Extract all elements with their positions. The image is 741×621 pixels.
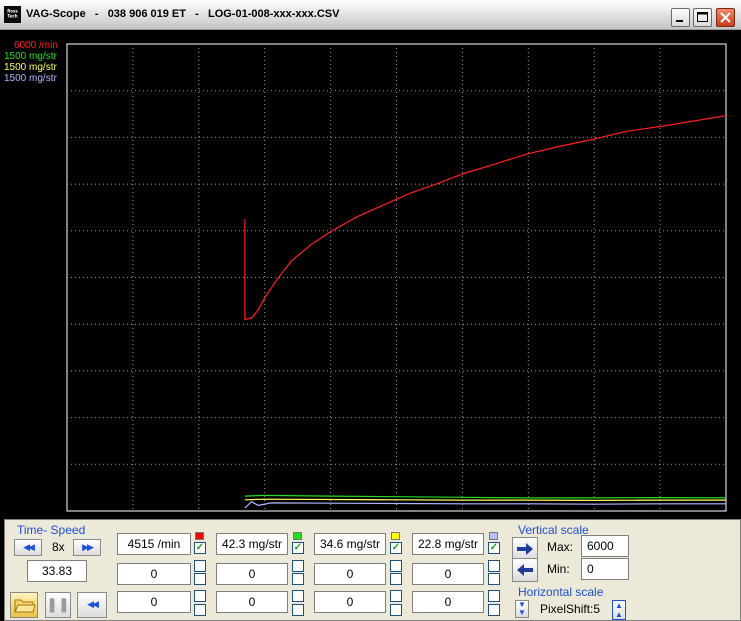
channel-2-max-checkbox[interactable] (292, 590, 304, 602)
pause-icon: ❚❚ (46, 596, 70, 612)
channel-2-min-checkbox-2[interactable] (292, 573, 304, 585)
rewind-button[interactable]: ◀◀ (77, 592, 107, 618)
channel-3-min-checkbox[interactable] (390, 560, 402, 572)
channel-3-min-checkbox-2[interactable] (390, 573, 402, 585)
scale-down-button[interactable] (512, 558, 538, 582)
channel-2-value: 42.3 mg/str (216, 533, 288, 555)
scope-chart (66, 43, 727, 512)
channel-4-min-checkbox[interactable] (488, 560, 500, 572)
channel-2-color-swatch (293, 532, 302, 540)
folder-icon (14, 599, 36, 613)
horizontal-scale-down-button[interactable]: ▼ ▼ (515, 600, 529, 618)
vertical-scale-title: Vertical scale (518, 523, 589, 537)
channel-4-max-field[interactable]: 0 (412, 591, 484, 613)
channel-1-color-swatch (195, 532, 204, 540)
vertical-min-field[interactable]: 0 (581, 558, 629, 580)
maximize-button[interactable] (693, 8, 712, 27)
speed-value: 8x (52, 540, 65, 554)
channel-4-max-checkbox-2[interactable] (488, 604, 500, 616)
svg-text:Tech: Tech (7, 14, 17, 19)
rewind-icon: ◀◀ (23, 542, 35, 552)
channel-3-max-checkbox[interactable] (390, 590, 402, 602)
scale-label-blue: 1500 mg/str (4, 73, 57, 84)
app-logo-icon: Ross Tech (4, 6, 21, 23)
fast-forward-icon: ▶▶ (82, 542, 94, 552)
channel-3-checkbox[interactable]: ✓ (390, 542, 402, 554)
horizontal-scale-up-button[interactable]: ▲ ▲ (612, 600, 626, 620)
channel-4-min-checkbox-2[interactable] (488, 573, 500, 585)
open-file-button[interactable] (10, 592, 38, 618)
channel-1-max-field[interactable]: 0 (117, 591, 191, 613)
channel-2-min-checkbox[interactable] (292, 560, 304, 572)
pixel-shift-label: PixelShift:5 (540, 602, 601, 616)
channel-2-min-field[interactable]: 0 (216, 563, 288, 585)
channel-1-min-field[interactable]: 0 (117, 563, 191, 585)
channel-2-checkbox[interactable]: ✓ (292, 542, 304, 554)
channel-1-min-checkbox-2[interactable] (194, 573, 206, 585)
maximize-icon (697, 12, 708, 22)
channel-3-min-field[interactable]: 0 (314, 563, 386, 585)
double-up-arrow-icon: ▲ ▲ (615, 601, 623, 619)
channel-4-checkbox[interactable]: ✓ (488, 542, 500, 554)
channel-1-max-checkbox-2[interactable] (194, 604, 206, 616)
channel-2-max-field[interactable]: 0 (216, 591, 288, 613)
channel-4-value: 22.8 mg/str (412, 533, 484, 555)
window-title: VAG-Scope - 038 906 019 ET - LOG-01-008-… (26, 8, 340, 20)
arrow-left-icon (517, 564, 533, 576)
channel-1-checkbox[interactable]: ✓ (194, 542, 206, 554)
faster-button[interactable]: ▶▶ (73, 539, 101, 556)
channel-4-max-checkbox[interactable] (488, 590, 500, 602)
minimize-button[interactable] (671, 8, 690, 27)
channel-1-min-checkbox[interactable] (194, 560, 206, 572)
channel-2-max-checkbox-2[interactable] (292, 604, 304, 616)
slower-button[interactable]: ◀◀ (14, 539, 42, 556)
channel-4-color-swatch (489, 532, 498, 540)
scale-label-green: 1500 mg/str (4, 51, 57, 62)
time-speed-title: Time- Speed (17, 523, 86, 537)
channel-3-max-checkbox-2[interactable] (390, 604, 402, 616)
scale-label-rpm: 6000 /min (14, 40, 58, 51)
channel-3-value: 34.6 mg/str (314, 533, 386, 555)
rewind-icon: ◀◀ (87, 599, 99, 609)
double-down-arrow-icon: ▼ ▼ (518, 600, 526, 617)
scope-display: 6000 /min 1500 mg/str 1500 mg/str 1500 m… (0, 30, 741, 519)
channel-3-max-field[interactable]: 0 (314, 591, 386, 613)
control-panel: Time- Speed ◀◀ 8x ▶▶ 33.83 ❚❚ ◀◀ 4515 /m… (4, 519, 741, 621)
scale-label-yellow: 1500 mg/str (4, 62, 57, 73)
minimize-icon (676, 20, 683, 22)
arrow-right-icon (517, 543, 533, 555)
vertical-min-label: Min: (547, 562, 570, 576)
title-bar: Ross Tech VAG-Scope - 038 906 019 ET - L… (0, 0, 741, 30)
close-icon (720, 12, 731, 23)
vertical-max-label: Max: (547, 540, 574, 554)
channel-1-value: 4515 /min (117, 533, 191, 555)
close-button[interactable] (716, 8, 735, 27)
channel-4-min-field[interactable]: 0 (412, 563, 484, 585)
channel-3-color-swatch (391, 532, 400, 540)
time-position-field[interactable]: 33.83 (27, 560, 87, 582)
horizontal-scale-title: Horizontal scale (518, 585, 604, 599)
pause-button[interactable]: ❚❚ (45, 592, 71, 618)
channel-1-max-checkbox[interactable] (194, 590, 206, 602)
vertical-max-field[interactable]: 6000 (581, 535, 629, 557)
ross-tech-logo: Ross Tech (6, 8, 19, 19)
